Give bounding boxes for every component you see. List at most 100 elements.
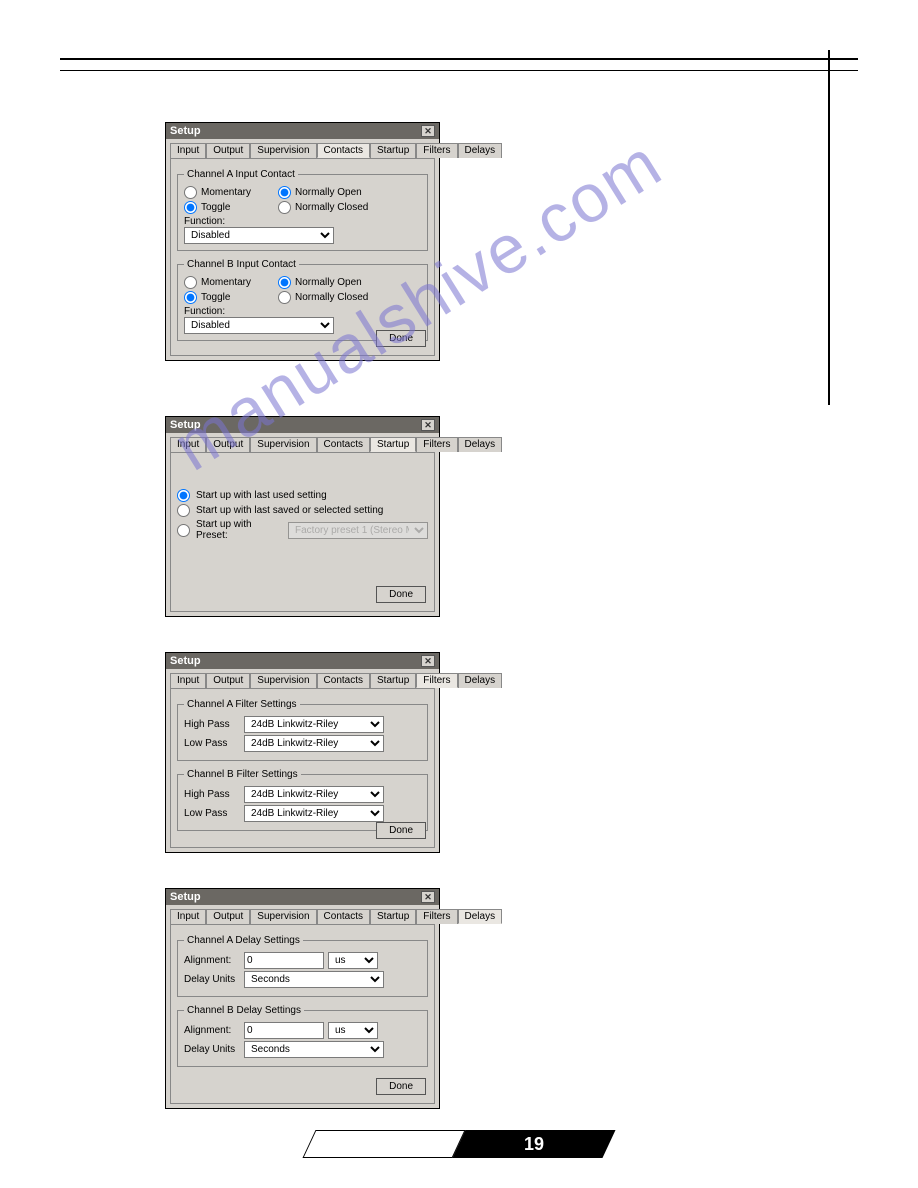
radio-momentary-b[interactable]	[184, 276, 197, 289]
legend-b: Channel B Filter Settings	[184, 769, 301, 780]
function-select-b[interactable]: Disabled	[184, 317, 334, 334]
tab-delays[interactable]: Delays	[458, 673, 503, 688]
dialog-delays: Setup ✕ Input Output Supervision Contact…	[165, 888, 440, 1109]
function-label-a: Function:	[184, 216, 421, 227]
tab-filters[interactable]: Filters	[416, 437, 457, 452]
high-pass-select-a[interactable]: 24dB Linkwitz-Riley	[244, 716, 384, 733]
page-number-left-shape	[302, 1130, 465, 1158]
low-pass-select-a[interactable]: 24dB Linkwitz-Riley	[244, 735, 384, 752]
tab-startup[interactable]: Startup	[370, 437, 416, 452]
tab-supervision[interactable]: Supervision	[250, 673, 316, 688]
tab-delays[interactable]: Delays	[458, 437, 503, 452]
tab-input[interactable]: Input	[170, 909, 206, 924]
low-pass-select-b[interactable]: 24dB Linkwitz-Riley	[244, 805, 384, 822]
function-label-b: Function:	[184, 306, 421, 317]
radio-closed-a[interactable]	[278, 201, 291, 214]
top-rule-2	[60, 70, 858, 71]
low-pass-label: Low Pass	[184, 738, 240, 749]
done-button[interactable]: Done	[376, 330, 426, 347]
label-closed: Normally Closed	[295, 292, 368, 303]
page-number-wrap: 19	[309, 1130, 609, 1158]
label-open: Normally Open	[295, 187, 362, 198]
radio-open-a[interactable]	[278, 186, 291, 199]
delay-units-select-a[interactable]: Seconds	[244, 971, 384, 988]
tab-input[interactable]: Input	[170, 143, 206, 158]
delay-units-select-b[interactable]: Seconds	[244, 1041, 384, 1058]
radio-last-used[interactable]	[177, 489, 190, 502]
group-channel-a-contact: Channel A Input Contact Momentary Normal…	[177, 169, 428, 251]
tab-input[interactable]: Input	[170, 437, 206, 452]
preset-select: Factory preset 1 (Stereo Mode)	[288, 522, 428, 539]
label-open: Normally Open	[295, 277, 362, 288]
tab-startup[interactable]: Startup	[370, 143, 416, 158]
legend-a: Channel A Delay Settings	[184, 935, 303, 946]
dialog-title: Setup	[170, 125, 201, 137]
tab-filters[interactable]: Filters	[416, 673, 457, 688]
tab-contacts[interactable]: Contacts	[317, 143, 370, 158]
tab-output[interactable]: Output	[206, 673, 250, 688]
tab-output[interactable]: Output	[206, 437, 250, 452]
tab-row: Input Output Supervision Contacts Startu…	[166, 905, 439, 924]
radio-preset[interactable]	[177, 524, 190, 537]
high-pass-label: High Pass	[184, 719, 240, 730]
dialog-title: Setup	[170, 419, 201, 431]
tab-supervision[interactable]: Supervision	[250, 143, 316, 158]
top-rule-1	[60, 58, 858, 60]
done-button[interactable]: Done	[376, 586, 426, 603]
radio-open-b[interactable]	[278, 276, 291, 289]
alignment-unit-select-b[interactable]: us	[328, 1022, 378, 1039]
done-button[interactable]: Done	[376, 1078, 426, 1095]
tab-body: Channel A Delay Settings Alignment: us D…	[170, 924, 435, 1104]
delay-units-label: Delay Units	[184, 974, 240, 985]
tab-output[interactable]: Output	[206, 143, 250, 158]
titlebar: Setup ✕	[166, 653, 439, 669]
tab-row: Input Output Supervision Contacts Startu…	[166, 139, 439, 158]
delay-units-label: Delay Units	[184, 1044, 240, 1055]
alignment-input-a[interactable]	[244, 952, 324, 969]
titlebar: Setup ✕	[166, 123, 439, 139]
close-icon[interactable]: ✕	[421, 419, 435, 431]
tab-delays[interactable]: Delays	[458, 909, 503, 924]
tab-delays[interactable]: Delays	[458, 143, 503, 158]
radio-last-saved[interactable]	[177, 504, 190, 517]
tab-body: Start up with last used setting Start up…	[170, 452, 435, 612]
alignment-label: Alignment:	[184, 955, 240, 966]
group-channel-b-delay: Channel B Delay Settings Alignment: us D…	[177, 1005, 428, 1067]
tab-filters[interactable]: Filters	[416, 143, 457, 158]
tab-contacts[interactable]: Contacts	[317, 673, 370, 688]
label-preset: Start up with Preset:	[196, 519, 284, 541]
high-pass-select-b[interactable]: 24dB Linkwitz-Riley	[244, 786, 384, 803]
close-icon[interactable]: ✕	[421, 125, 435, 137]
tab-body: Channel A Filter Settings High Pass24dB …	[170, 688, 435, 848]
tab-startup[interactable]: Startup	[370, 909, 416, 924]
tab-row: Input Output Supervision Contacts Startu…	[166, 669, 439, 688]
radio-momentary-a[interactable]	[184, 186, 197, 199]
label-last-saved: Start up with last saved or selected set…	[196, 505, 383, 516]
close-icon[interactable]: ✕	[421, 891, 435, 903]
titlebar: Setup ✕	[166, 417, 439, 433]
tab-filters[interactable]: Filters	[416, 909, 457, 924]
tab-supervision[interactable]: Supervision	[250, 437, 316, 452]
label-momentary: Momentary	[201, 277, 251, 288]
radio-toggle-a[interactable]	[184, 201, 197, 214]
alignment-unit-select-a[interactable]: us	[328, 952, 378, 969]
low-pass-label: Low Pass	[184, 808, 240, 819]
tab-startup[interactable]: Startup	[370, 673, 416, 688]
tab-contacts[interactable]: Contacts	[317, 909, 370, 924]
radio-toggle-b[interactable]	[184, 291, 197, 304]
close-icon[interactable]: ✕	[421, 655, 435, 667]
function-select-a[interactable]: Disabled	[184, 227, 334, 244]
group-channel-b-contact: Channel B Input Contact Momentary Normal…	[177, 259, 428, 341]
page-number: 19	[524, 1130, 544, 1158]
tab-body: Channel A Input Contact Momentary Normal…	[170, 158, 435, 356]
tab-contacts[interactable]: Contacts	[317, 437, 370, 452]
tab-input[interactable]: Input	[170, 673, 206, 688]
alignment-input-b[interactable]	[244, 1022, 324, 1039]
label-momentary: Momentary	[201, 187, 251, 198]
dialog-startup: Setup ✕ Input Output Supervision Contact…	[165, 416, 440, 617]
done-button[interactable]: Done	[376, 822, 426, 839]
radio-closed-b[interactable]	[278, 291, 291, 304]
tab-output[interactable]: Output	[206, 909, 250, 924]
dialog-title: Setup	[170, 891, 201, 903]
tab-supervision[interactable]: Supervision	[250, 909, 316, 924]
